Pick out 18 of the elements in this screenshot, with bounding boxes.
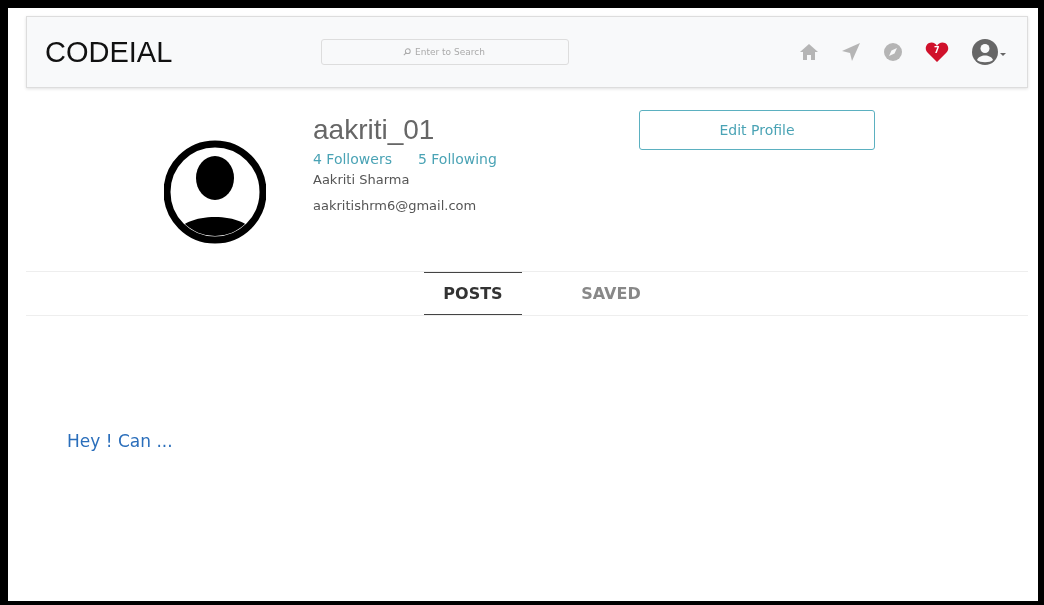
search-field[interactable]: Enter to Search bbox=[321, 39, 569, 65]
send-icon[interactable] bbox=[841, 42, 861, 62]
avatar-icon bbox=[164, 138, 266, 246]
brand-logo[interactable]: CODEIAL bbox=[45, 35, 321, 69]
notifications-icon[interactable]: 7 bbox=[925, 41, 949, 63]
tab[interactable]: SAVED bbox=[562, 272, 660, 315]
account-menu-icon[interactable] bbox=[971, 38, 1007, 66]
home-icon[interactable] bbox=[799, 43, 819, 61]
notification-count: 7 bbox=[934, 46, 940, 55]
followers-link[interactable]: 4 Followers bbox=[313, 148, 392, 170]
following-link[interactable]: 5 Following bbox=[417, 148, 497, 170]
post-link[interactable]: Hey ! Can ... bbox=[67, 431, 173, 451]
tab[interactable]: POSTS bbox=[424, 272, 522, 315]
username: aakriti_01 bbox=[313, 113, 436, 147]
compass-icon[interactable] bbox=[883, 42, 903, 62]
full-name: Aakriti Sharma bbox=[313, 171, 411, 189]
email: aakritishrm6@gmail.com bbox=[313, 198, 478, 213]
edit-profile-button[interactable]: Edit Profile bbox=[639, 110, 875, 150]
